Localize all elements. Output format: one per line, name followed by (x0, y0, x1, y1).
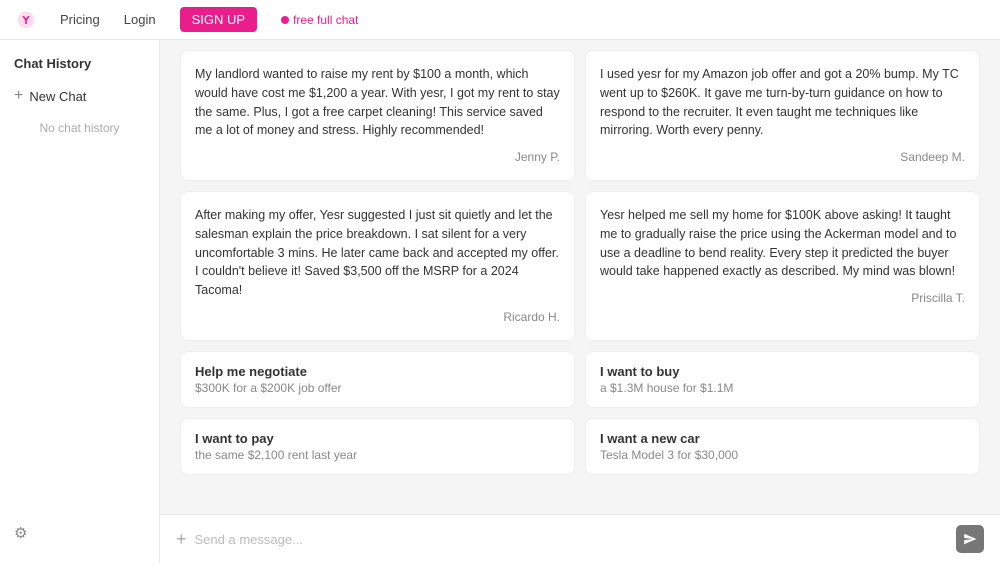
testimonial-row-bottom: After making my offer, Yesr suggested I … (180, 191, 980, 341)
nav-pricing[interactable]: Pricing (60, 12, 100, 27)
message-input[interactable] (195, 532, 948, 547)
new-chat-button[interactable]: + New Chat (0, 81, 159, 111)
suggestion-card-1[interactable]: I want to buy a $1.3M house for $1.1M (585, 351, 980, 408)
top-nav: Pricing Login SIGN UP free full chat (0, 0, 1000, 40)
main-content: My landlord wanted to raise my rent by $… (160, 40, 1000, 563)
suggestion-title-0: Help me negotiate (195, 364, 560, 379)
free-dot (281, 16, 289, 24)
suggestion-row-1: Help me negotiate $300K for a $200K job … (180, 351, 980, 408)
suggestion-card-2[interactable]: I want to pay the same $2,100 rent last … (180, 418, 575, 475)
new-chat-label: New Chat (29, 89, 86, 104)
testimonial-text-0: My landlord wanted to raise my rent by $… (195, 67, 560, 137)
suggestion-title-1: I want to buy (600, 364, 965, 379)
suggestion-sub-3: Tesla Model 3 for $30,000 (600, 448, 965, 462)
testimonial-author-3: Priscilla T. (600, 289, 965, 307)
sidebar-title: Chat History (0, 50, 159, 81)
suggestion-sub-2: the same $2,100 rent last year (195, 448, 560, 462)
testimonial-text-3: Yesr helped me sell my home for $100K ab… (600, 208, 956, 278)
free-chat-badge: free full chat (281, 13, 358, 27)
suggestion-title-2: I want to pay (195, 431, 560, 446)
send-icon (963, 532, 977, 546)
testimonial-card-0: My landlord wanted to raise my rent by $… (180, 50, 575, 181)
suggestion-card-0[interactable]: Help me negotiate $300K for a $200K job … (180, 351, 575, 408)
plus-icon: + (14, 87, 23, 105)
suggestion-row-2: I want to pay the same $2,100 rent last … (180, 418, 980, 475)
attach-icon[interactable]: + (176, 529, 187, 550)
nav-links: Pricing (60, 12, 100, 27)
suggestion-sub-1: a $1.3M house for $1.1M (600, 381, 965, 395)
settings-icon[interactable]: ⚙ (14, 525, 27, 542)
suggestion-sub-0: $300K for a $200K job offer (195, 381, 560, 395)
testimonial-row-top: My landlord wanted to raise my rent by $… (180, 50, 980, 181)
login-button[interactable]: Login (124, 12, 156, 27)
suggestion-card-3[interactable]: I want a new car Tesla Model 3 for $30,0… (585, 418, 980, 475)
testimonial-card-1: I used yesr for my Amazon job offer and … (585, 50, 980, 181)
no-history-text: No chat history (0, 111, 159, 145)
testimonial-card-2: After making my offer, Yesr suggested I … (180, 191, 575, 341)
testimonial-text-2: After making my offer, Yesr suggested I … (195, 208, 559, 297)
chat-scroll: My landlord wanted to raise my rent by $… (160, 40, 1000, 514)
testimonial-author-1: Sandeep M. (600, 148, 965, 166)
testimonial-text-1: I used yesr for my Amazon job offer and … (600, 67, 959, 137)
testimonial-author-0: Jenny P. (195, 148, 560, 166)
input-bar: + (160, 514, 1000, 563)
app-layout: Chat History + New Chat No chat history … (0, 40, 1000, 563)
signup-button[interactable]: SIGN UP (180, 7, 257, 32)
sidebar: Chat History + New Chat No chat history … (0, 40, 160, 563)
sidebar-bottom: ⚙ (0, 514, 159, 553)
logo (16, 10, 36, 30)
testimonial-author-2: Ricardo H. (195, 308, 560, 326)
free-chat-label: free full chat (293, 13, 358, 27)
suggestion-title-3: I want a new car (600, 431, 965, 446)
testimonial-card-3: Yesr helped me sell my home for $100K ab… (585, 191, 980, 341)
send-button[interactable] (956, 525, 984, 553)
